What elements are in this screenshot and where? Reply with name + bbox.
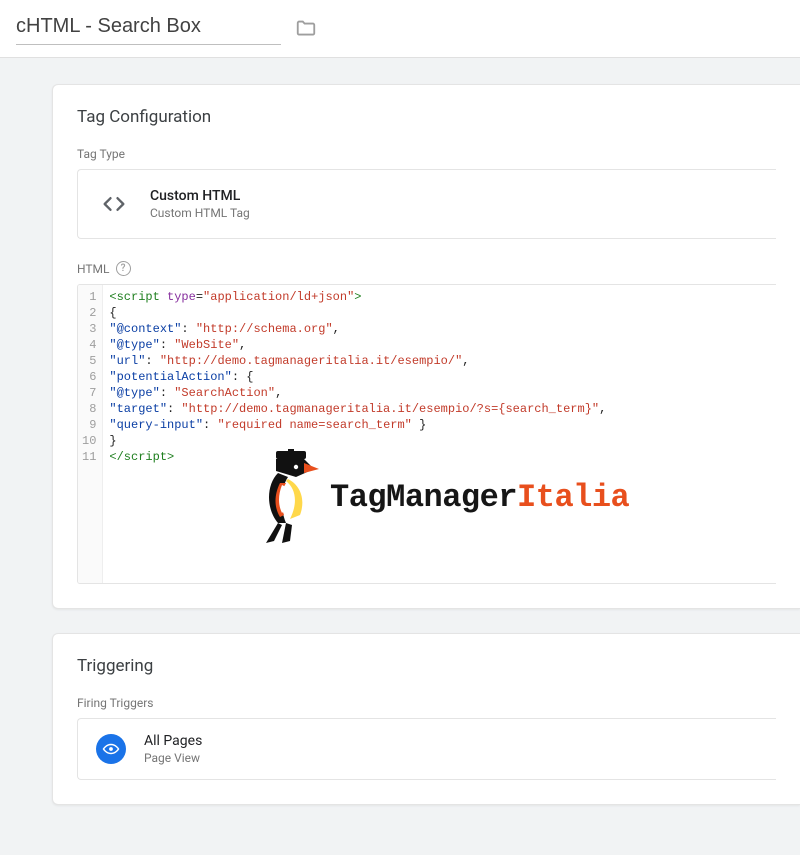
code-gutter: 1234567891011 [78, 285, 103, 583]
tag-type-texts: Custom HTML Custom HTML Tag [150, 188, 250, 220]
code-lines: <script type="application/ld+json"> { "@… [103, 285, 776, 583]
page-body: Tag Configuration Tag Type Custom HTML C… [0, 58, 800, 855]
tag-type-label: Tag Type [77, 147, 776, 161]
tag-name-input[interactable] [16, 11, 281, 45]
header-bar [0, 0, 800, 58]
tag-type-selector[interactable]: Custom HTML Custom HTML Tag [77, 169, 776, 239]
triggering-card: Triggering Firing Triggers All Pages Pag… [52, 633, 800, 805]
tag-configuration-title: Tag Configuration [77, 107, 776, 127]
pageview-icon [96, 734, 126, 764]
code-icon [96, 186, 132, 222]
trigger-name: All Pages [144, 733, 202, 749]
trigger-texts: All Pages Page View [144, 733, 202, 765]
html-label-text: HTML [77, 262, 110, 276]
tag-type-name: Custom HTML [150, 188, 250, 204]
html-field-label: HTML ? [77, 261, 776, 276]
html-code-editor[interactable]: 1234567891011 <script type="application/… [77, 284, 776, 584]
triggering-title: Triggering [77, 656, 776, 676]
trigger-type: Page View [144, 751, 202, 765]
trigger-row[interactable]: All Pages Page View [77, 718, 776, 780]
tag-type-description: Custom HTML Tag [150, 206, 250, 220]
help-icon[interactable]: ? [116, 261, 131, 276]
tag-configuration-card: Tag Configuration Tag Type Custom HTML C… [52, 84, 800, 609]
firing-triggers-label: Firing Triggers [77, 696, 776, 710]
folder-icon[interactable] [295, 17, 317, 39]
